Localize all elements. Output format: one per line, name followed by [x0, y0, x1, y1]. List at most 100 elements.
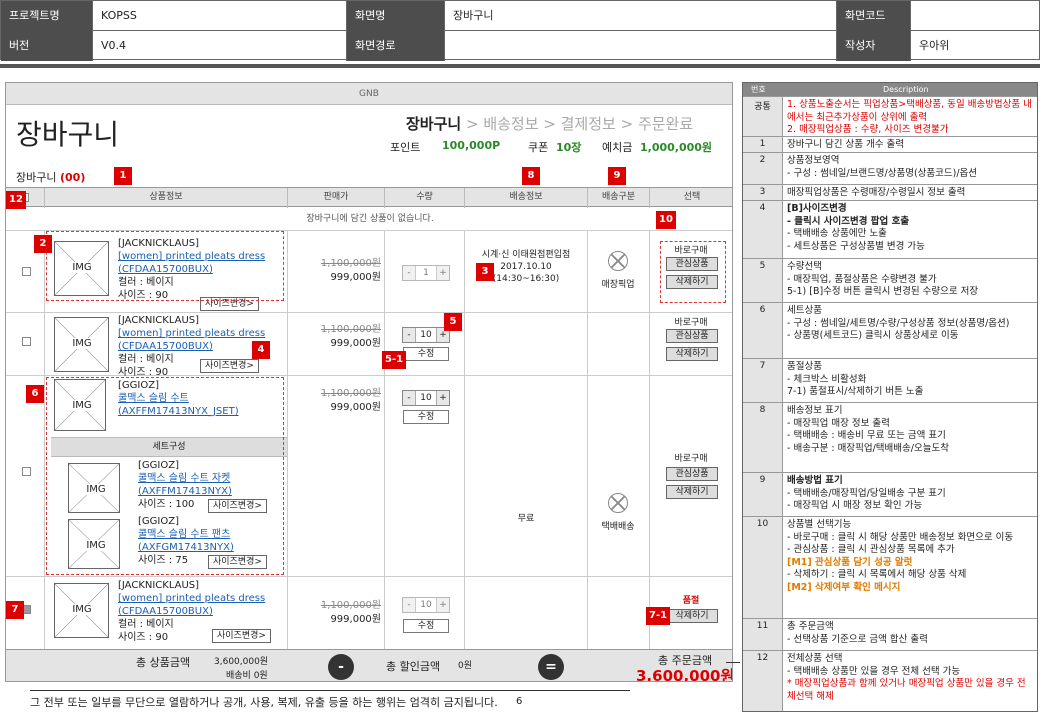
desc-text: 장바구니 담긴 상품 개수 출력 [787, 139, 904, 150]
product-name-link[interactable]: [women] printed pleats dress [118, 327, 265, 340]
original-price: 1,100,000원 [320, 388, 381, 399]
desc-row: 10 상품별 선택기능 - 바로구매 : 클릭 시 해당 상품만 배송정보 화면으… [743, 516, 1037, 618]
buy-now-text[interactable]: 바로구매 [656, 451, 726, 464]
product-total-label: 총 상품금액 [136, 656, 191, 669]
sale-price: 999,000원 [330, 402, 381, 413]
price-cell: 1,100,000원 999,000원 [286, 599, 381, 627]
delete-button[interactable]: 삭제하기 [666, 485, 718, 499]
annotation-badge: 6 [26, 385, 44, 403]
desc-row: 12 전체상품 선택 - 택배배송 상품만 있을 경우 전체 선택 가능 * 매장픽… [743, 650, 1037, 711]
sale-price: 999,000원 [330, 338, 381, 349]
desc-no: 10 [743, 517, 783, 618]
cart-count: 장바구니 (00) [16, 169, 85, 185]
pickup-icon [608, 251, 628, 271]
quantity-save-button[interactable]: 수정 [403, 410, 449, 424]
wish-button[interactable]: 관심상품 [666, 467, 718, 481]
cart-count-value: (00) [59, 171, 86, 184]
desc-text: [B]사이즈변경 - 클릭시 사이즈변경 팝업 호출 - 택배배송 상품에만 노출 -… [787, 203, 925, 252]
desc-text: 품절상품 - 체크박스 비활성화 7-1) 품절표시/삭제하기 버튼 노출 [787, 361, 924, 397]
desc-text: 전체상품 선택 - 택배배송 상품만 있을 경우 전체 선택 가능 * 매장픽업상품… [787, 653, 1026, 702]
step-sep: > [615, 115, 638, 133]
benefit-summary: 포인트 100,000P 쿠폰 10장 예치금 1,000,000원 [390, 139, 730, 155]
plus-button: + [437, 266, 449, 280]
annotation-badge: 5 [444, 313, 462, 331]
table-header: 상품정보 판매가 수량 배송정보 배송구분 선택 [6, 187, 732, 208]
desc-no: 11 [743, 619, 783, 650]
minus-button: - [403, 266, 415, 280]
cash-value: 1,000,000원 [640, 141, 713, 154]
quantity-stepper[interactable]: -10 + [402, 327, 450, 343]
cart-mockup: GNB 장바구니 장바구니 > 배송정보 > 결제정보 > 주문완료 포인트 1… [5, 82, 733, 682]
item-checkbox[interactable] [22, 337, 31, 346]
discount-label: 총 할인금액 [386, 660, 441, 673]
minus-button: - [403, 598, 415, 612]
document-meta-table: 프로젝트명 KOPSS 화면명 장바구니 화면코드 버전 V0.4 화면경로 작… [0, 0, 1040, 61]
desc-text: 수량선택 - 매장픽업, 품절상품은 수량변경 불가 5-1) [B]수정 버튼 클… [787, 261, 979, 297]
desc-no: 8 [743, 403, 783, 472]
wish-button[interactable]: 관심상품 [666, 329, 718, 343]
quantity-value[interactable]: 10 [415, 328, 437, 342]
page-title: 장바구니 [16, 118, 120, 151]
size-change-button[interactable]: 사이즈변경> [200, 359, 259, 373]
product-thumbnail[interactable]: IMG [54, 583, 109, 638]
quantity-value: 1 [415, 266, 437, 280]
ship-fee: 무료 [517, 514, 535, 524]
annotation-badge: 5-1 [382, 351, 407, 369]
product-code-link[interactable]: (CFDAA15700BUX) [118, 605, 265, 618]
delete-button[interactable]: 삭제하기 [666, 609, 718, 623]
discount-value: 0원 [458, 661, 473, 671]
desc-row: 7 품절상품 - 체크박스 비활성화 7-1) 품절표시/삭제하기 버튼 노출 [743, 358, 1037, 402]
col-no: 번호 [751, 85, 766, 94]
header-qty: 수량 [384, 188, 464, 208]
item-checkbox[interactable] [22, 267, 31, 276]
product-name-link[interactable]: [women] printed pleats dress [118, 592, 265, 605]
project-value: KOPSS [93, 1, 347, 31]
version-value: V0.4 [93, 31, 347, 61]
quantity-stepper[interactable]: -10 + [402, 390, 450, 406]
point-label: 포인트 [390, 141, 421, 154]
desc-row: 2 상품정보영역 - 구성 : 썸네일/브랜드명/상품명(상품코드)/옵션 [743, 152, 1037, 184]
order-total-value: 3,600,000원 [636, 667, 733, 682]
step-cart: 장바구니 [406, 115, 462, 133]
gnb-bar: GNB [6, 83, 732, 105]
description-header: 번호 Description [743, 83, 1037, 96]
quantity-value: 10 [415, 598, 437, 612]
header-choice: 선택 [649, 188, 732, 208]
desc-row: 11 총 주문금액 - 선택상품 기준으로 금액 합산 출력 [743, 618, 1037, 650]
desc-no: 5 [743, 259, 783, 302]
desc-text: 총 주문금액 - 선택상품 기준으로 금액 합산 출력 [787, 621, 928, 645]
desc-no: 4 [743, 201, 783, 258]
row-divider [6, 576, 732, 577]
price-cell: 1,100,000원 999,000원 [286, 387, 381, 415]
product-code-link[interactable]: (CFDAA15700BUX) [118, 340, 265, 353]
coupon-label: 쿠폰 [528, 141, 549, 154]
plus-button[interactable]: + [437, 391, 449, 405]
desc-row: 1 장바구니 담긴 상품 개수 출력 [743, 136, 1037, 152]
size-change-button[interactable]: 사이즈변경> [212, 629, 271, 643]
code-value [911, 1, 1040, 31]
desc-text: 배송정보 표기 - 매장픽업 매장 정보 출력 - 택배배송 : 배송비 무료 또는… [787, 405, 949, 454]
col-divider [587, 231, 588, 649]
quantity-value[interactable]: 10 [415, 391, 437, 405]
quantity-save-button: 수정 [403, 619, 449, 633]
delivery-icon [608, 493, 628, 513]
delete-button[interactable]: 삭제하기 [666, 347, 718, 361]
header-ship-info: 배송정보 [464, 188, 587, 208]
quantity-save-button[interactable]: 수정 [403, 347, 449, 361]
ship-type-label: 택배배송 [601, 522, 635, 532]
minus-button[interactable]: - [403, 328, 415, 342]
item-checkbox[interactable] [22, 467, 31, 476]
annotation-badge: 7-1 [646, 607, 671, 625]
equals-icon: = [538, 654, 564, 680]
header-product: 상품정보 [44, 188, 287, 208]
product-thumbnail[interactable]: IMG [54, 317, 109, 372]
row-divider [6, 312, 732, 313]
highlight-box [46, 231, 284, 301]
minus-button[interactable]: - [403, 391, 415, 405]
author-label: 작성자 [837, 31, 911, 61]
buy-now-text[interactable]: 바로구매 [656, 315, 726, 328]
desc-no: 1 [743, 137, 783, 152]
highlight-box [46, 377, 284, 575]
header-ship-type: 배송구분 [587, 188, 649, 208]
callout-connector [726, 662, 740, 682]
